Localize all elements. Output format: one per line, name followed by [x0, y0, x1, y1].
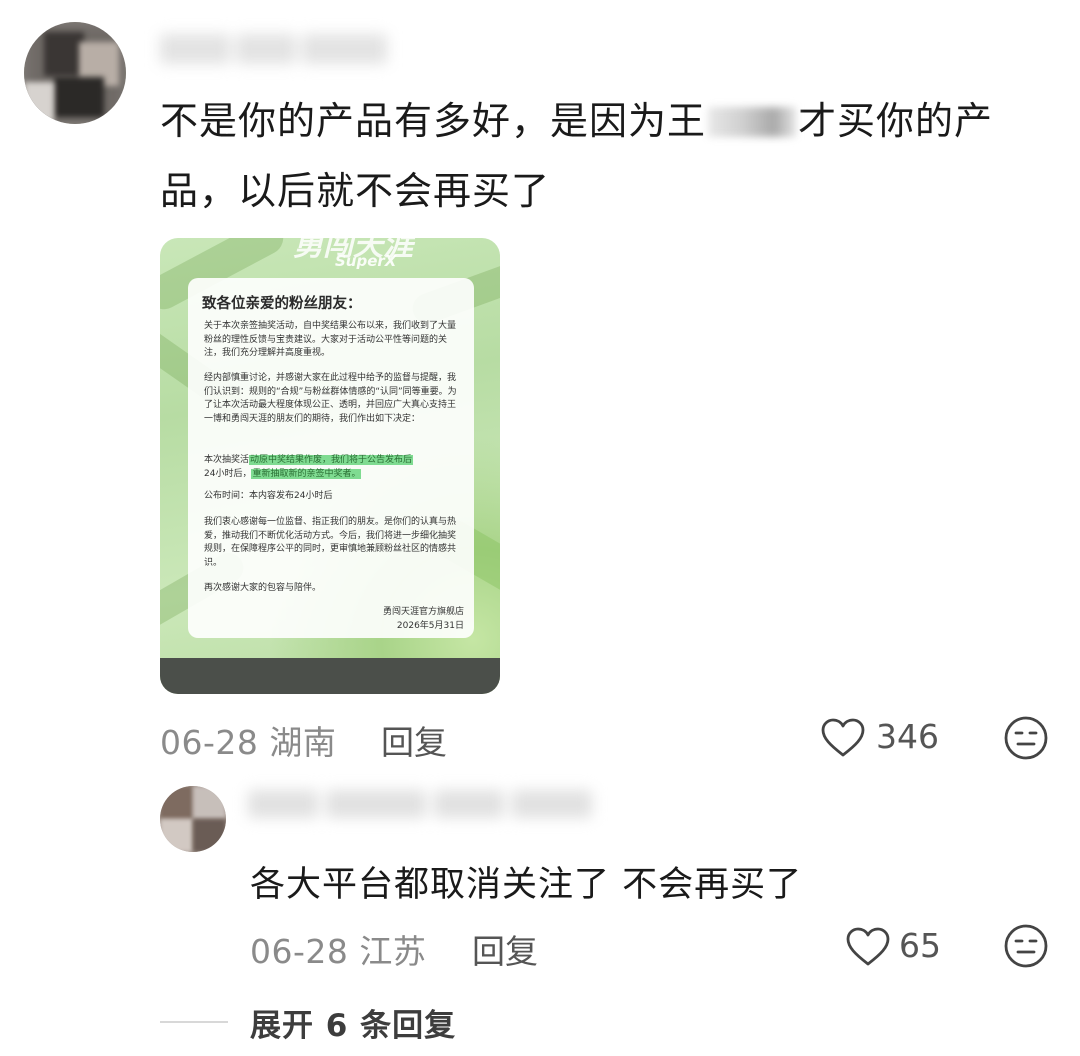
emoji-reaction-icon[interactable]	[1002, 922, 1050, 970]
reply-button[interactable]: 回复	[472, 925, 538, 973]
emoji-reaction-icon[interactable]	[1002, 714, 1050, 762]
notice-paragraph: 关于本次亲签抽奖活动，自中奖结果公布以来，我们收到了大量粉丝的理性反馈与宝贵建议…	[204, 321, 457, 358]
notice-paragraph: 公布时间：本内容发布24小时后	[204, 491, 333, 501]
reply-text: 各大平台都取消关注了 不会再买了	[250, 865, 803, 905]
reply-meta: 06-28 江苏	[250, 932, 427, 971]
notice-image[interactable]: 勇闯天涯 SuperX 致各位亲爱的粉丝朋友： 关于本次亲签抽奖活动，自中奖结果…	[160, 238, 500, 694]
expand-divider	[160, 1021, 228, 1023]
image-bottom-bar	[160, 658, 500, 694]
redacted-name	[708, 107, 797, 137]
heart-icon[interactable]	[845, 927, 891, 967]
avatar[interactable]	[24, 22, 126, 124]
username[interactable]	[160, 34, 395, 68]
comment-meta: 06-28 湖南	[160, 723, 337, 762]
username[interactable]	[248, 790, 618, 830]
expand-replies-button[interactable]: 展开 6 条回复	[250, 1000, 456, 1045]
comment-text: 不是你的产品有多好，是因为王 才买你的产品，以后就不会再买了	[160, 86, 1020, 226]
notice-paragraph: 再次感谢大家的包容与陪伴。	[204, 583, 322, 593]
comment-text-part1: 不是你的产品有多好，是因为王	[160, 99, 707, 143]
notice-paragraph: 我们衷心感谢每一位监督、指正我们的朋友。是你们的认真与热爱，推动我们不断优化活动…	[204, 517, 457, 568]
notice-paragraph: 经内部慎重讨论，并感谢大家在此过程中给予的监督与提醒，我们认识到：规则的“合规”…	[204, 373, 457, 424]
notice-panel: 致各位亲爱的粉丝朋友： 关于本次亲签抽奖活动，自中奖结果公布以来，我们收到了大量…	[188, 278, 474, 638]
like-count: 346	[876, 717, 939, 756]
avatar[interactable]	[160, 786, 226, 852]
like-count: 65	[899, 926, 941, 965]
heart-icon[interactable]	[820, 718, 866, 758]
brand-logo-sub: SuperX	[335, 252, 397, 270]
notice-title: 致各位亲爱的粉丝朋友：	[202, 296, 362, 312]
notice-paragraph-highlight: 本次抽奖活动原中奖结果作废，我们将于公告发布后 24小时后，重新抽取新的亲签中奖者…	[204, 455, 414, 479]
reply-button[interactable]: 回复	[381, 716, 447, 764]
notice-signature: 勇闯天涯官方旗舰店 2026年5月31日	[382, 607, 464, 631]
